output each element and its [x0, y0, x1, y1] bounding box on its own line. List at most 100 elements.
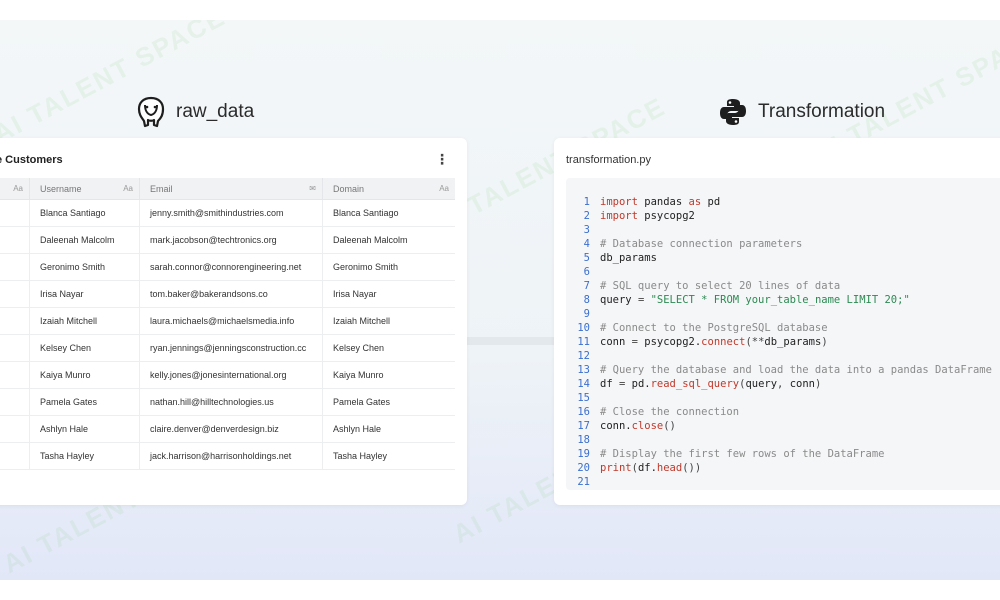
line-number: 11: [577, 336, 590, 348]
line-number: 16: [577, 406, 590, 418]
column-header-username[interactable]: Username Aa: [30, 178, 140, 199]
code-token: connect: [701, 336, 746, 348]
code-text: # Connect to the PostgreSQL database: [600, 321, 828, 335]
row-index-cell[interactable]: [0, 389, 30, 415]
code-text: # Query the database and load the data i…: [600, 363, 992, 377]
code-token: ,: [777, 378, 790, 390]
code-token: # Connect to the PostgreSQL database: [600, 322, 828, 334]
domain-cell[interactable]: Geronimo Smith: [323, 254, 455, 280]
code-token: =: [637, 294, 651, 306]
code-token: "SELECT * FROM your_table_name LIMIT 20;…: [650, 294, 910, 306]
transformation-title: Transformation: [758, 101, 886, 122]
code-line: 13 # Query the database and load the data…: [566, 363, 1000, 377]
code-line: 2 import psycopg2: [566, 209, 1000, 223]
domain-cell[interactable]: Tasha Hayley: [323, 443, 455, 469]
column-header-index[interactable]: Aa: [0, 178, 30, 199]
customers-table-card: e Customers ⋮ Aa Username Aa Email ✉ Dom…: [0, 138, 467, 505]
email-cell[interactable]: nathan.hill@hilltechnologies.us: [140, 389, 323, 415]
domain-cell[interactable]: Pamela Gates: [323, 389, 455, 415]
row-index-cell[interactable]: [0, 254, 30, 280]
envelope-icon: ✉: [309, 184, 316, 193]
code-token: conn: [600, 336, 632, 348]
file-name: transformation.py: [566, 154, 651, 166]
code-text: conn.close(): [600, 419, 676, 433]
transformation-heading: Transformation: [718, 96, 885, 128]
table-body: Blanca Santiago jenny.smith@smithindustri…: [0, 200, 455, 470]
code-line: 8 query = "SELECT * FROM your_table_name …: [566, 293, 1000, 307]
email-cell[interactable]: laura.michaels@michaelsmedia.info: [140, 308, 323, 334]
code-line: 15: [566, 391, 1000, 405]
username-cell[interactable]: Irisa Nayar: [30, 281, 140, 307]
domain-cell[interactable]: Irisa Nayar: [323, 281, 455, 307]
table-row[interactable]: Pamela Gates nathan.hill@hilltechnologies…: [0, 389, 455, 416]
row-index-cell[interactable]: [0, 200, 30, 226]
email-cell[interactable]: sarah.connor@connorengineering.net: [140, 254, 323, 280]
username-cell[interactable]: Tasha Hayley: [30, 443, 140, 469]
pipeline-connector: [466, 337, 556, 345]
column-header-domain[interactable]: Domain Aa: [323, 178, 455, 199]
username-cell[interactable]: Kelsey Chen: [30, 335, 140, 361]
email-cell[interactable]: jenny.smith@smithindustries.com: [140, 200, 323, 226]
code-line: 1 import pandas as pd: [566, 195, 1000, 209]
line-number: 15: [577, 392, 590, 404]
line-number: 1: [583, 196, 590, 208]
table-row[interactable]: Kelsey Chen ryan.jennings@jenningsconstru…: [0, 335, 455, 362]
table-header: Aa Username Aa Email ✉ Domain Aa: [0, 178, 455, 200]
domain-cell[interactable]: Kaiya Munro: [323, 362, 455, 388]
code-text: print(df.head()): [600, 461, 701, 475]
row-index-cell[interactable]: [0, 335, 30, 361]
email-cell[interactable]: tom.baker@bakerandsons.co: [140, 281, 323, 307]
code-token: (): [663, 420, 676, 432]
username-cell[interactable]: Kaiya Munro: [30, 362, 140, 388]
kebab-menu-icon[interactable]: ⋮: [435, 152, 449, 166]
code-line: 19 # Display the first few rows of the Da…: [566, 447, 1000, 461]
domain-cell[interactable]: Izaiah Mitchell: [323, 308, 455, 334]
table-row[interactable]: Tasha Hayley jack.harrison@harrisonholdin…: [0, 443, 455, 470]
row-index-cell[interactable]: [0, 227, 30, 253]
domain-cell[interactable]: Ashlyn Hale: [323, 416, 455, 442]
username-cell[interactable]: Daleenah Malcolm: [30, 227, 140, 253]
table-row[interactable]: Ashlyn Hale claire.denver@denverdesign.bi…: [0, 416, 455, 443]
email-cell[interactable]: kelly.jones@jonesinternational.org: [140, 362, 323, 388]
code-text: import pandas as pd: [600, 195, 720, 209]
code-token: (**: [745, 336, 765, 348]
table-row[interactable]: Daleenah Malcolm mark.jacobson@techtronic…: [0, 227, 455, 254]
table-row[interactable]: Irisa Nayar tom.baker@bakerandsons.co Iris…: [0, 281, 455, 308]
row-index-cell[interactable]: [0, 443, 30, 469]
domain-cell[interactable]: Blanca Santiago: [323, 200, 455, 226]
column-header-email[interactable]: Email ✉: [140, 178, 323, 199]
username-cell[interactable]: Izaiah Mitchell: [30, 308, 140, 334]
code-text: # SQL query to select 20 lines of data: [600, 279, 840, 293]
line-number: 5: [583, 252, 590, 264]
row-index-cell[interactable]: [0, 416, 30, 442]
email-cell[interactable]: claire.denver@denverdesign.biz: [140, 416, 323, 442]
email-cell[interactable]: jack.harrison@harrisonholdings.net: [140, 443, 323, 469]
table-row[interactable]: Geronimo Smith sarah.connor@connorenginee…: [0, 254, 455, 281]
raw-data-heading: raw_data: [136, 96, 254, 128]
code-line: 16 # Close the connection: [566, 405, 1000, 419]
row-index-cell[interactable]: [0, 362, 30, 388]
username-cell[interactable]: Geronimo Smith: [30, 254, 140, 280]
email-cell[interactable]: ryan.jennings@jenningsconstruction.cc: [140, 335, 323, 361]
code-token: # Query the database and load the data i…: [600, 364, 992, 376]
table-row[interactable]: Izaiah Mitchell laura.michaels@michaelsme…: [0, 308, 455, 335]
code-token: ()): [682, 462, 702, 474]
table-row[interactable]: Blanca Santiago jenny.smith@smithindustri…: [0, 200, 455, 227]
code-token: df.: [637, 462, 657, 474]
table-row[interactable]: Kaiya Munro kelly.jones@jonesinternationa…: [0, 362, 455, 389]
row-index-cell[interactable]: [0, 281, 30, 307]
domain-cell[interactable]: Kelsey Chen: [323, 335, 455, 361]
code-token: psycopg2: [637, 210, 695, 222]
code-line: 6: [566, 265, 1000, 279]
username-cell[interactable]: Pamela Gates: [30, 389, 140, 415]
username-cell[interactable]: Ashlyn Hale: [30, 416, 140, 442]
email-cell[interactable]: mark.jacobson@techtronics.org: [140, 227, 323, 253]
line-number: 4: [583, 238, 590, 250]
username-cell[interactable]: Blanca Santiago: [30, 200, 140, 226]
code-token: pandas: [637, 196, 689, 208]
row-index-cell[interactable]: [0, 308, 30, 334]
code-editor[interactable]: 1 import pandas as pd 2 import psycopg2 3 4 # …: [566, 178, 1000, 490]
domain-cell[interactable]: Daleenah Malcolm: [323, 227, 455, 253]
code-content: 1 import pandas as pd 2 import psycopg2 3 4 # …: [566, 195, 1000, 489]
code-token: # Database connection parameters: [600, 238, 803, 250]
